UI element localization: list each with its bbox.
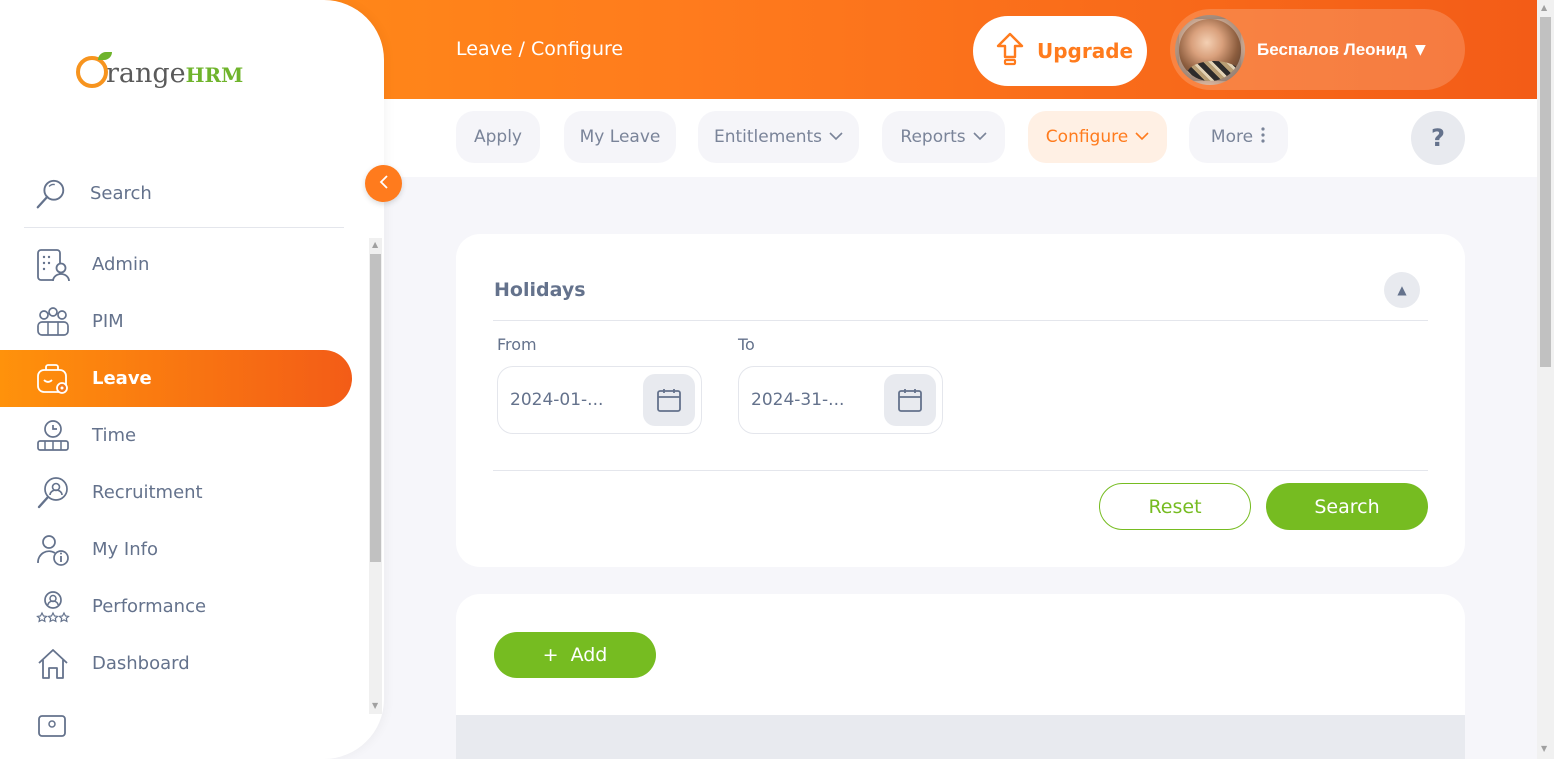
sidebar-item-recruitment[interactable]: Recruitment [0,464,352,521]
user-name: Беспалов Леонид [1257,39,1408,59]
page-scrollbar-thumb[interactable] [1540,17,1551,367]
tab-entitlements[interactable]: Entitlements [698,111,859,163]
sidebar-item-performance[interactable]: Performance [0,578,352,635]
logo-wordmark: range [106,58,186,89]
tab-label: More [1210,127,1254,147]
to-label: To [738,335,755,354]
avatar [1175,14,1245,85]
sidebar-collapse-button[interactable] [365,165,402,202]
sidebar-search-label: Search [90,183,152,204]
directory-icon [36,704,70,738]
time-icon [36,419,70,453]
sidebar-item-label: Time [92,425,137,446]
logo-orange-icon [76,52,112,88]
leave-icon [36,362,70,396]
tab-my-leave[interactable]: My Leave [564,111,676,163]
sidebar-scrollbar-thumb[interactable] [370,254,381,562]
scroll-up-arrow-icon[interactable]: ▲ [1541,3,1547,12]
tab-label: Apply [474,127,522,147]
my-info-icon [36,533,70,567]
help-button[interactable]: ? [1411,111,1465,165]
sidebar-item-label: My Info [92,539,158,560]
sidebar-search[interactable]: Search [24,160,344,228]
scroll-up-arrow-icon[interactable]: ▲ [372,240,378,249]
sidebar-item-label: Performance [92,596,207,617]
reset-button[interactable]: Reset [1099,483,1251,530]
add-label: Add [570,644,608,666]
table-header [456,715,1465,759]
dashboard-icon [36,647,70,681]
sidebar-item-admin[interactable]: Admin [0,236,352,293]
tab-configure[interactable]: Configure [1028,111,1167,163]
tab-more[interactable]: More [1189,111,1288,163]
breadcrumb: Leave / Configure [456,38,624,60]
recruitment-icon [36,476,70,510]
tab-apply[interactable]: Apply [456,111,540,163]
card-title: Holidays [494,279,586,301]
from-date-value: 2024-01-... [510,390,604,410]
from-date-input[interactable]: 2024-01-... [497,366,702,434]
upgrade-arrow-icon [995,31,1025,71]
sidebar-item-dashboard[interactable]: Dashboard [0,635,352,692]
admin-icon [36,248,70,282]
upgrade-button[interactable]: Upgrade [973,16,1147,86]
to-date-input[interactable]: 2024-31-... [738,366,943,434]
sidebar: range HRM Search Admin PIM Leave Time Re… [0,0,384,759]
performance-icon [36,590,70,624]
add-button[interactable]: + Add [494,632,656,678]
sidebar-item-leave[interactable]: Leave [0,350,352,407]
plus-icon: + [542,644,559,666]
tab-label: Entitlements [713,127,823,147]
caret-up-icon: ▲ [1397,283,1407,297]
user-dropdown[interactable]: Беспалов Леонид ▼ [1170,9,1465,90]
calendar-icon[interactable] [884,374,936,426]
holidays-filter-card: Holidays ▲ From 2024-01-... To 2024-31-.… [456,234,1465,567]
caret-down-icon: ▼ [1415,41,1426,58]
chevron-down-icon [829,129,843,145]
sidebar-item-label: Admin [92,254,150,275]
sidebar-item-label: Leave [92,368,152,389]
from-label: From [497,335,537,354]
logo-wordmark-hrm: HRM [185,63,244,87]
chevron-down-icon [1135,129,1149,145]
to-date-value: 2024-31-... [751,390,845,410]
scroll-down-arrow-icon[interactable]: ▼ [372,701,378,710]
module-topnav: Apply My Leave Entitlements Reports Conf… [384,99,1537,177]
sidebar-item-label: PIM [92,311,124,332]
upgrade-label: Upgrade [1037,39,1134,63]
search-icon [34,177,68,211]
search-button[interactable]: Search [1266,483,1428,530]
tab-reports[interactable]: Reports [882,111,1005,163]
divider [493,320,1428,321]
sidebar-item-time[interactable]: Time [0,407,352,464]
collapse-filter-button[interactable]: ▲ [1384,272,1420,308]
sidebar-item-label: Recruitment [92,482,203,503]
chevron-left-icon [379,173,389,194]
sidebar-item-label: Dashboard [92,653,190,674]
more-vertical-icon [1260,127,1266,147]
sidebar-item-pim[interactable]: PIM [0,293,352,350]
tab-label: Configure [1045,127,1129,147]
tab-label: Reports [900,127,966,147]
sidebar-item-partial[interactable] [0,692,352,749]
pim-icon [36,305,70,339]
chevron-down-icon [973,129,987,145]
orangehrm-logo: range HRM [76,50,243,89]
sidebar-item-my-info[interactable]: My Info [0,521,352,578]
tab-label: My Leave [579,127,661,147]
holidays-results-card: + Add [456,594,1465,759]
calendar-icon[interactable] [643,374,695,426]
scroll-down-arrow-icon[interactable]: ▼ [1541,744,1547,753]
divider [493,470,1428,471]
